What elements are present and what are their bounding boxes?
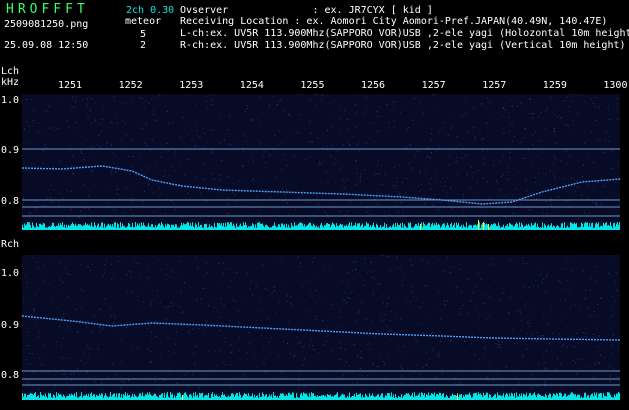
doppler-trace: [22, 315, 620, 341]
rch-ytick-2: 0.9: [1, 320, 20, 331]
meteor-mark-3: [483, 222, 484, 230]
doppler-trace: [22, 165, 620, 205]
meteor-mark-2: [478, 220, 479, 230]
rch-plot-svg: [22, 255, 620, 400]
rch-ytick-1: 1.0: [1, 268, 20, 279]
lch-ytick-1: 1.0: [1, 95, 20, 106]
meteor-mark-2: [457, 395, 458, 400]
meteor-mark-1: [420, 224, 421, 230]
filename-label: 2509081250.png: [4, 19, 89, 30]
rch-ytick-3: 0.8: [1, 370, 20, 381]
noise-layer: [22, 255, 620, 390]
time-tick-2: 1252: [118, 80, 143, 91]
lch-ytick-2: 0.9: [1, 145, 20, 156]
time-tick-8: 1257: [482, 80, 507, 91]
lch-label: Lch: [1, 66, 20, 77]
time-tick-6: 1256: [361, 80, 386, 91]
meteor-count-rch: 2: [140, 40, 147, 51]
meteor-mark-1: [182, 395, 183, 400]
lch-unit-label: kHz: [1, 77, 20, 88]
time-tick-10: 1300: [603, 80, 628, 91]
baseline-noise: [22, 222, 620, 230]
location-line: Receiving Location : ex. Aomori City Aom…: [180, 16, 608, 27]
app-brand: HROFFFT: [6, 2, 89, 17]
time-tick-7: 1257: [421, 80, 446, 91]
version-label: 2ch 0.30: [126, 5, 175, 16]
time-tick-4: 1254: [239, 80, 264, 91]
datetime-label: 25.09.08 12:50: [4, 40, 89, 51]
observer-line: Ovserver : ex. JR7CYX [ kid ]: [180, 5, 433, 16]
baseline-noise: [22, 392, 620, 400]
time-tick-3: 1253: [179, 80, 204, 91]
rch-label: Rch: [1, 239, 20, 250]
lch-info-line: L-ch:ex. UV5R 113.900Mhz(SAPPORO VOR)USB…: [180, 28, 629, 39]
time-tick-5: 1255: [300, 80, 325, 91]
rch-spectrogram: [22, 255, 620, 400]
lch-ytick-3: 0.8: [1, 196, 20, 207]
meteor-count-lch: 5: [140, 29, 147, 40]
meteor-mark-4: [488, 224, 489, 230]
time-tick-1: 1251: [58, 80, 83, 91]
lch-spectrogram: [22, 94, 620, 230]
rch-info-line: R-ch:ex. UV5R 113.900Mhz(SAPPORO VOR)USB…: [180, 40, 626, 51]
meteor-label: meteor: [125, 16, 162, 27]
time-tick-9: 1259: [542, 80, 567, 91]
lch-plot-svg: [22, 94, 620, 230]
